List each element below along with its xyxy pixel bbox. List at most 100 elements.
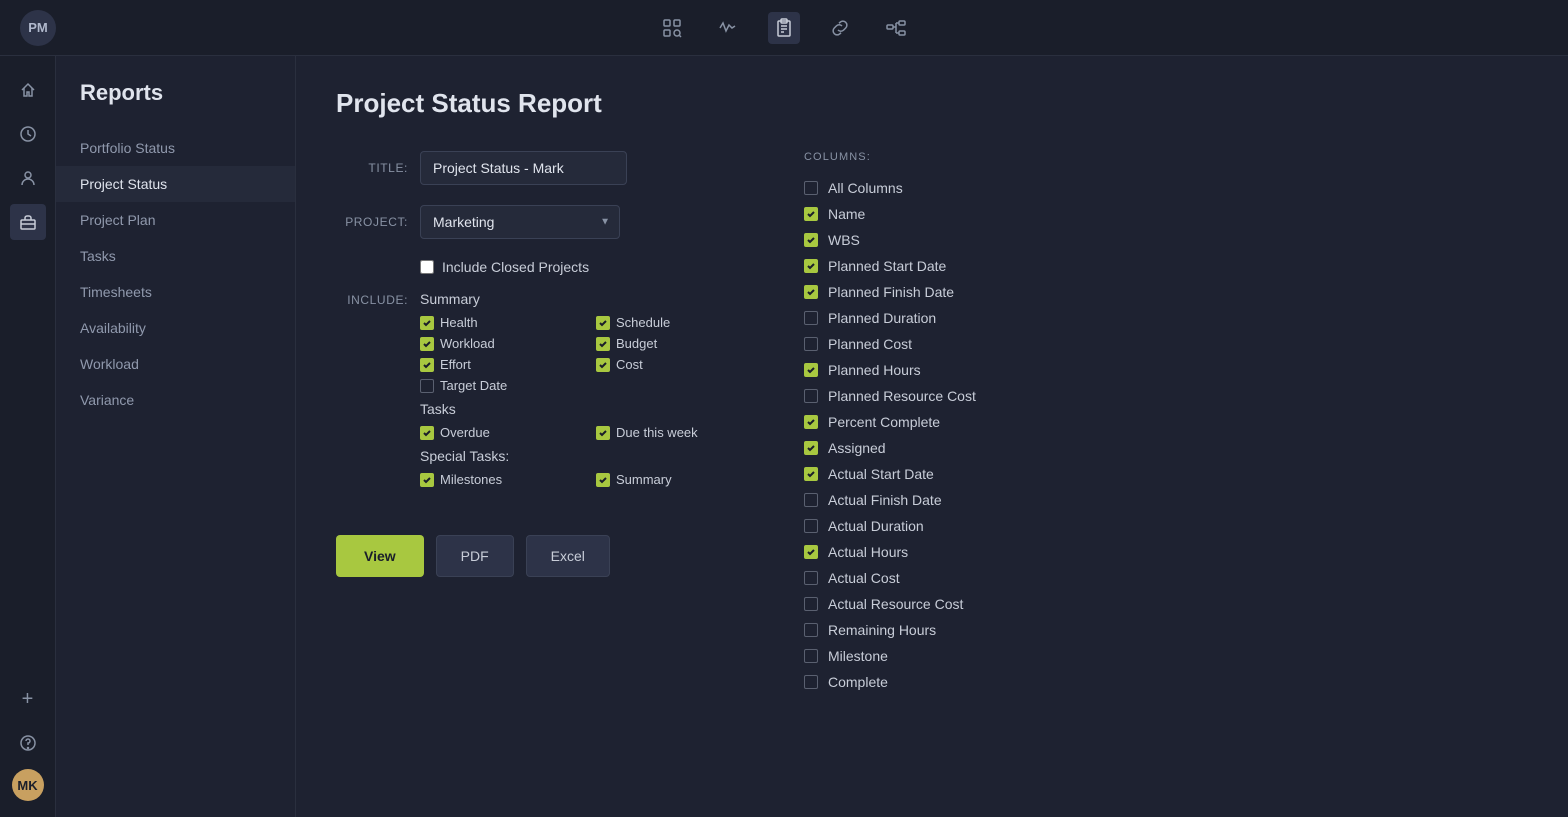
- col-checkbox-13[interactable]: [804, 519, 818, 533]
- column-item-2: WBS: [804, 227, 1520, 253]
- col-checkbox-10[interactable]: [804, 441, 818, 455]
- cost-label: Cost: [616, 357, 643, 372]
- col-label-3: Planned Start Date: [828, 258, 946, 274]
- include-item-schedule: Schedule: [596, 315, 756, 330]
- left-icon-bar: + MK: [0, 56, 56, 817]
- col-checkbox-17[interactable]: [804, 623, 818, 637]
- col-checkbox-15[interactable]: [804, 571, 818, 585]
- schedule-check[interactable]: [596, 316, 610, 330]
- schedule-label: Schedule: [616, 315, 670, 330]
- col-label-16: Actual Resource Cost: [828, 596, 963, 612]
- tasks-title: Tasks: [420, 401, 756, 417]
- clipboard-icon[interactable]: [768, 12, 800, 44]
- sidebar-item-timesheets[interactable]: Timesheets: [56, 274, 295, 310]
- project-select[interactable]: Marketing Development Design: [420, 205, 620, 239]
- col-checkbox-6[interactable]: [804, 337, 818, 351]
- link-icon[interactable]: [824, 12, 856, 44]
- health-check[interactable]: [420, 316, 434, 330]
- col-label-19: Complete: [828, 674, 888, 690]
- col-checkbox-18[interactable]: [804, 649, 818, 663]
- briefcase-nav-icon[interactable]: [10, 204, 46, 240]
- column-item-11: Actual Start Date: [804, 461, 1520, 487]
- col-checkbox-8[interactable]: [804, 389, 818, 403]
- include-section: INCLUDE: Summary Health: [336, 291, 756, 495]
- clock-nav-icon[interactable]: [10, 116, 46, 152]
- users-nav-icon[interactable]: [10, 160, 46, 196]
- activity-icon[interactable]: [712, 12, 744, 44]
- sidebar-item-availability[interactable]: Availability: [56, 310, 295, 346]
- col-checkbox-1[interactable]: [804, 207, 818, 221]
- col-checkbox-9[interactable]: [804, 415, 818, 429]
- summary-title: Summary: [420, 291, 756, 307]
- health-label: Health: [440, 315, 478, 330]
- home-nav-icon[interactable]: [10, 72, 46, 108]
- sidebar-item-variance[interactable]: Variance: [56, 382, 295, 418]
- col-checkbox-2[interactable]: [804, 233, 818, 247]
- help-nav-icon[interactable]: [10, 725, 46, 761]
- summary-special-check[interactable]: [596, 473, 610, 487]
- sidebar-item-project-plan[interactable]: Project Plan: [56, 202, 295, 238]
- app-logo: PM: [20, 10, 56, 46]
- effort-check[interactable]: [420, 358, 434, 372]
- include-item-effort: Effort: [420, 357, 580, 372]
- special-tasks-grid: Milestones Summary: [420, 472, 756, 487]
- include-closed-row: Include Closed Projects: [336, 259, 756, 275]
- col-checkbox-3[interactable]: [804, 259, 818, 273]
- sidebar-item-workload[interactable]: Workload: [56, 346, 295, 382]
- include-item-health: Health: [420, 315, 580, 330]
- budget-check[interactable]: [596, 337, 610, 351]
- col-checkbox-14[interactable]: [804, 545, 818, 559]
- include-content: Summary Health: [420, 291, 756, 495]
- include-closed-checkbox[interactable]: [420, 260, 434, 274]
- col-label-18: Milestone: [828, 648, 888, 664]
- view-button[interactable]: View: [336, 535, 424, 577]
- overdue-check[interactable]: [420, 426, 434, 440]
- due-this-week-check[interactable]: [596, 426, 610, 440]
- col-checkbox-4[interactable]: [804, 285, 818, 299]
- pdf-button[interactable]: PDF: [436, 535, 514, 577]
- column-item-3: Planned Start Date: [804, 253, 1520, 279]
- col-label-15: Actual Cost: [828, 570, 900, 586]
- nav-sidebar: Reports Portfolio Status Project Status …: [56, 56, 296, 817]
- col-checkbox-5[interactable]: [804, 311, 818, 325]
- include-item-summary-special: Summary: [596, 472, 756, 487]
- column-item-1: Name: [804, 201, 1520, 227]
- sidebar-item-project-status[interactable]: Project Status: [56, 166, 295, 202]
- workload-check[interactable]: [420, 337, 434, 351]
- column-item-15: Actual Cost: [804, 565, 1520, 591]
- col-label-5: Planned Duration: [828, 310, 936, 326]
- form-left: TITLE: PROJECT: Marketing Development De…: [336, 151, 756, 695]
- col-checkbox-16[interactable]: [804, 597, 818, 611]
- col-checkbox-11[interactable]: [804, 467, 818, 481]
- columns-label: COLUMNS:: [804, 151, 1528, 163]
- column-item-7: Planned Hours: [804, 357, 1520, 383]
- tasks-items-grid: Overdue Due this week: [420, 425, 756, 440]
- col-checkbox-7[interactable]: [804, 363, 818, 377]
- form-area: TITLE: PROJECT: Marketing Development De…: [336, 151, 1528, 695]
- user-avatar[interactable]: MK: [12, 769, 44, 801]
- col-checkbox-0[interactable]: [804, 181, 818, 195]
- col-checkbox-12[interactable]: [804, 493, 818, 507]
- target-date-check[interactable]: [420, 379, 434, 393]
- milestones-check[interactable]: [420, 473, 434, 487]
- plus-nav-icon[interactable]: +: [10, 681, 46, 717]
- column-item-10: Assigned: [804, 435, 1520, 461]
- column-item-19: Complete: [804, 669, 1520, 695]
- col-label-8: Planned Resource Cost: [828, 388, 976, 404]
- title-input[interactable]: [420, 151, 627, 185]
- col-checkbox-19[interactable]: [804, 675, 818, 689]
- include-label: INCLUDE:: [336, 291, 408, 307]
- col-label-9: Percent Complete: [828, 414, 940, 430]
- page-title: Project Status Report: [336, 88, 1528, 119]
- sidebar-item-tasks[interactable]: Tasks: [56, 238, 295, 274]
- col-label-1: Name: [828, 206, 865, 222]
- cost-check[interactable]: [596, 358, 610, 372]
- col-label-7: Planned Hours: [828, 362, 921, 378]
- col-label-11: Actual Start Date: [828, 466, 934, 482]
- structure-icon[interactable]: [880, 12, 912, 44]
- project-label: PROJECT:: [336, 205, 408, 229]
- sidebar-item-portfolio-status[interactable]: Portfolio Status: [56, 130, 295, 166]
- col-label-13: Actual Duration: [828, 518, 924, 534]
- scan-icon[interactable]: [656, 12, 688, 44]
- excel-button[interactable]: Excel: [526, 535, 610, 577]
